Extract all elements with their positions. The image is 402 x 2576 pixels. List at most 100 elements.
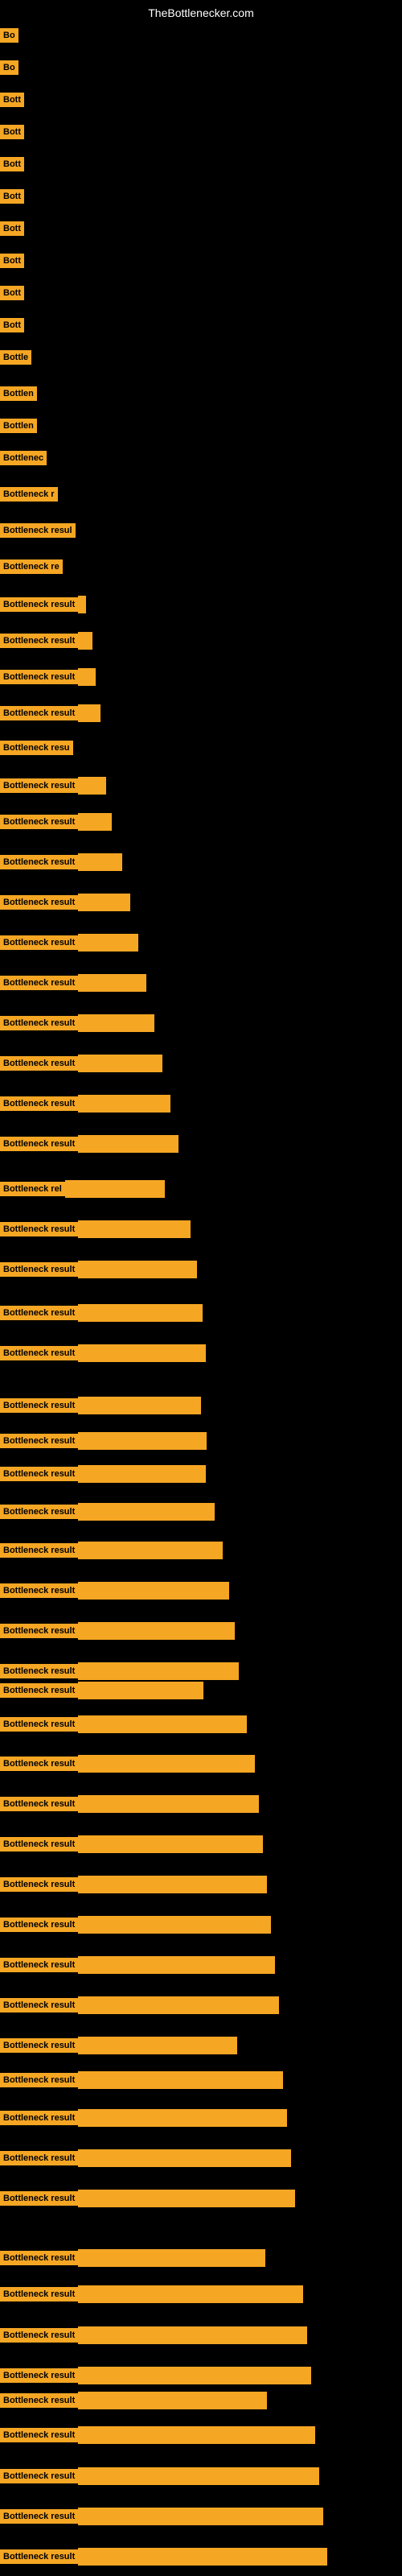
bottleneck-bar <box>78 1220 191 1238</box>
bottleneck-label: Bottleneck result <box>0 1998 78 2013</box>
bottleneck-bar <box>78 1304 203 1322</box>
list-item: Bott <box>0 221 24 236</box>
bottleneck-label: Bottleneck result <box>0 1056 78 1071</box>
list-item: Bottleneck result <box>0 894 130 911</box>
bottleneck-bar <box>78 2071 283 2089</box>
bottleneck-bar <box>78 2508 323 2525</box>
bottleneck-label: Bottleneck re <box>0 559 63 574</box>
bottleneck-label: Bottleneck result <box>0 1467 78 1481</box>
bottleneck-label: Bottleneck result <box>0 1016 78 1030</box>
bottleneck-label: Bottleneck result <box>0 2328 78 2343</box>
list-item: Bottleneck resul <box>0 523 76 538</box>
list-item: Bottleneck result <box>0 2326 307 2344</box>
bottleneck-bar <box>78 1465 206 1483</box>
bottleneck-bar <box>78 2190 295 2207</box>
bottleneck-bar <box>78 2326 307 2344</box>
bottleneck-bar <box>78 1095 170 1113</box>
list-item: Bottleneck result <box>0 1432 207 1450</box>
bottleneck-bar <box>78 777 106 795</box>
list-item: Bottleneck result <box>0 1135 178 1153</box>
bottleneck-label: Bottleneck result <box>0 1583 78 1598</box>
list-item: Bottleneck result <box>0 1996 279 2014</box>
list-item: Bottleneck result <box>0 1465 206 1483</box>
bottleneck-bar <box>78 1876 267 1893</box>
list-item: Bottleneck result <box>0 813 112 831</box>
list-item: Bottle <box>0 350 31 365</box>
list-item: Bott <box>0 254 24 268</box>
list-item: Bottleneck result <box>0 974 146 992</box>
bottleneck-label: Bottleneck result <box>0 1757 78 1771</box>
list-item: Bottleneck result <box>0 2190 295 2207</box>
bottleneck-label: Bottleneck result <box>0 1306 78 1320</box>
bottleneck-label: Bottleneck result <box>0 1137 78 1151</box>
bottleneck-bar <box>78 1622 235 1640</box>
bottleneck-label: Bottleneck result <box>0 2038 78 2053</box>
bottleneck-bar <box>78 1835 263 1853</box>
bottleneck-label: Bottleneck result <box>0 2428 78 2442</box>
bottleneck-label: Bottleneck result <box>0 634 78 648</box>
list-item: Bottleneck result <box>0 1095 170 1113</box>
bottleneck-bar <box>78 1755 255 1773</box>
bottleneck-label: Bottleneck result <box>0 670 78 684</box>
list-item: Bottleneck result <box>0 1055 162 1072</box>
bottleneck-label: Bottleneck result <box>0 2469 78 2483</box>
bottleneck-label: Bottleneck result <box>0 1717 78 1732</box>
bottleneck-label: Bott <box>0 221 24 236</box>
bottleneck-label: Bottleneck result <box>0 1877 78 1892</box>
list-item: Bottleneck result <box>0 1344 206 1362</box>
bottleneck-label: Bottleneck result <box>0 1543 78 1558</box>
bottleneck-label: Bottleneck result <box>0 855 78 869</box>
list-item: Bottleneck result <box>0 668 96 686</box>
bottleneck-bar <box>78 813 112 831</box>
list-item: Bottleneck result <box>0 596 86 613</box>
bottleneck-bar <box>78 2285 303 2303</box>
list-item: Bott <box>0 157 24 171</box>
list-item: Bottleneck result <box>0 934 138 952</box>
bottleneck-bar <box>78 2367 311 2384</box>
list-item: Bottleneck re <box>0 559 63 574</box>
bottleneck-label: Bottleneck result <box>0 1096 78 1111</box>
bottleneck-bar <box>78 1582 229 1600</box>
bottleneck-label: Bottleneck result <box>0 895 78 910</box>
list-item: Bottleneck result <box>0 1956 275 1974</box>
bottleneck-label: Bottleneck result <box>0 2509 78 2524</box>
list-item: Bottleneck result <box>0 1715 247 1733</box>
list-item: Bottleneck result <box>0 1542 223 1559</box>
list-item: Bottleneck result <box>0 2367 311 2384</box>
bottleneck-label: Bottleneck result <box>0 976 78 990</box>
bottleneck-label: Bottleneck result <box>0 1797 78 1811</box>
bottleneck-label: Bottleneck resul <box>0 523 76 538</box>
list-item: Bottleneck result <box>0 2149 291 2167</box>
list-item: Bottleneck result <box>0 1397 201 1414</box>
bottleneck-label: Bottleneck result <box>0 2393 78 2408</box>
list-item: Bottleneck resu <box>0 741 73 755</box>
bottleneck-label: Bottleneck r <box>0 487 58 502</box>
bottleneck-label: Bott <box>0 93 24 107</box>
bottleneck-bar <box>78 1135 178 1153</box>
bottleneck-bar <box>78 1397 201 1414</box>
list-item: Bottleneck result <box>0 632 92 650</box>
list-item: Bottleneck result <box>0 1682 203 1699</box>
bottleneck-label: Bottleneck result <box>0 2549 78 2564</box>
bottleneck-bar <box>78 668 96 686</box>
bottleneck-label: Bott <box>0 189 24 204</box>
bottleneck-label: Bottleneck result <box>0 2368 78 2383</box>
bottleneck-bar <box>78 894 130 911</box>
bottleneck-label: Bottleneck result <box>0 2251 78 2265</box>
list-item: Bottleneck result <box>0 853 122 871</box>
bottleneck-label: Bo <box>0 28 18 43</box>
bottleneck-label: Bottlen <box>0 419 37 433</box>
bottleneck-bar <box>78 704 100 722</box>
bottleneck-label: Bott <box>0 125 24 139</box>
site-title: TheBottlenecker.com <box>148 6 254 19</box>
bottleneck-label: Bottleneck result <box>0 1222 78 1236</box>
list-item: Bo <box>0 60 18 75</box>
bottleneck-bar <box>78 1542 223 1559</box>
list-item: Bottleneck result <box>0 1835 263 1853</box>
bottleneck-bar <box>78 2249 265 2267</box>
list-item: Bottleneck result <box>0 777 106 795</box>
bottleneck-bar <box>65 1180 165 1198</box>
bottleneck-bar <box>78 2109 287 2127</box>
bottleneck-label: Bo <box>0 60 18 75</box>
bottleneck-bar <box>78 853 122 871</box>
